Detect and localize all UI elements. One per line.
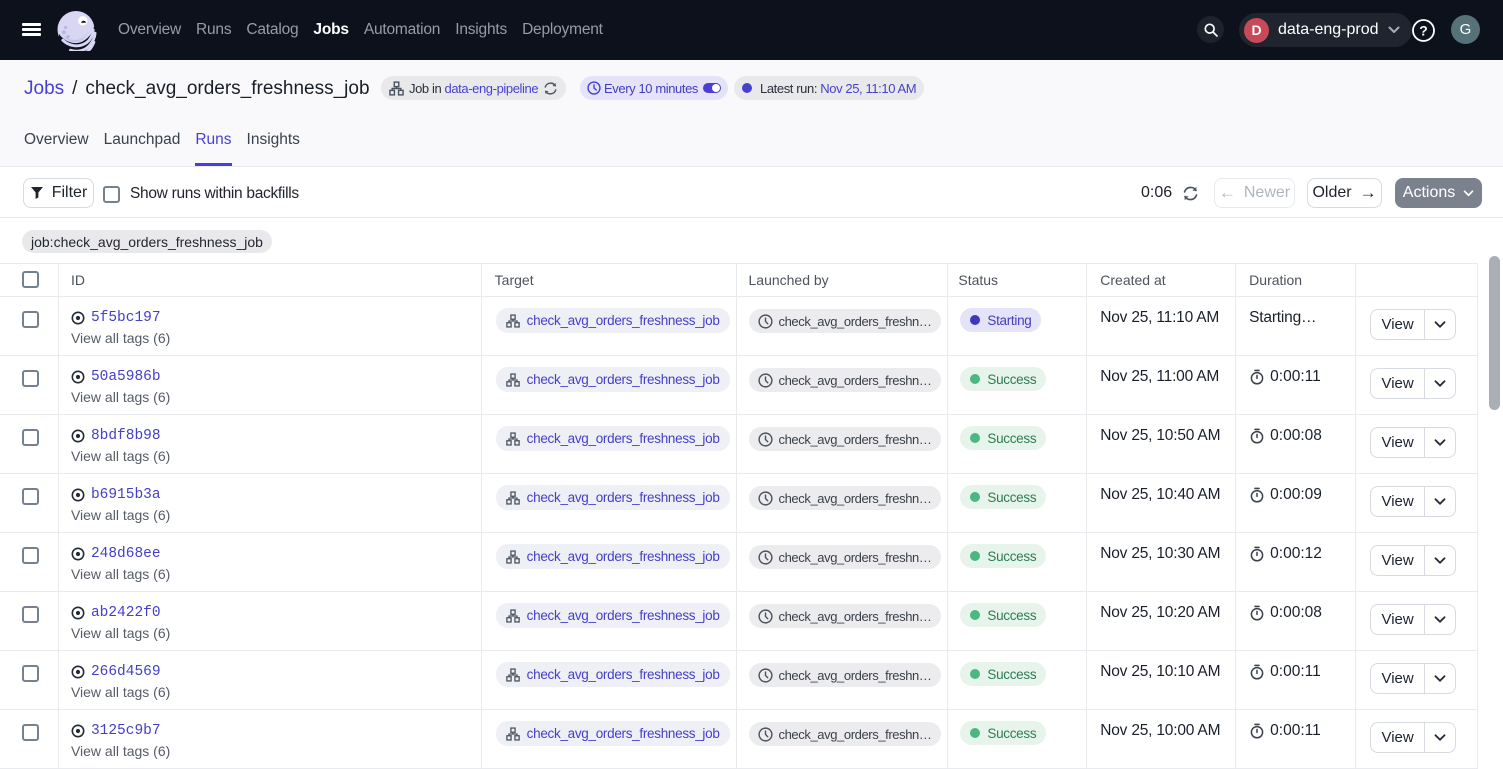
svg-text:?: ?: [1419, 22, 1428, 38]
